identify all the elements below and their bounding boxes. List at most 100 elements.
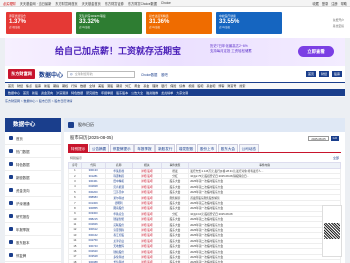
go-button[interactable]: GO	[330, 135, 339, 141]
sidebar-item[interactable]: 资金流向	[5, 184, 61, 197]
nav-item[interactable]: 外汇	[125, 84, 131, 88]
topbar-link[interactable]: 天天基金首页	[82, 1, 101, 6]
search-input[interactable]: ◎ 全球财经导航	[66, 70, 135, 78]
promo-banner[interactable]: 给自己加点薪！工资就存活期宝 历史7日年化最高达2~6% 支持每月定投 工资轻松…	[5, 38, 345, 66]
nav-item[interactable]: 银行	[161, 84, 167, 88]
promo-side-link[interactable]: 免费开户	[333, 18, 344, 22]
sidebar-item-label: 股东股本	[16, 240, 30, 245]
header-right-button[interactable]: 财经	[318, 71, 329, 77]
topbar-highlight[interactable]: 必买理财	[3, 1, 16, 6]
topbar-right-link[interactable]: 收藏	[313, 1, 319, 6]
nav-item[interactable]: 期权	[62, 84, 68, 88]
nav-item[interactable]: 债券	[179, 84, 185, 88]
breadcrumb-item[interactable]: 股市日历	[39, 99, 51, 103]
nav-sub-item[interactable]: 研究报告	[86, 91, 98, 95]
nav-item[interactable]: 财经	[17, 84, 23, 88]
topbar-right-link[interactable]: 登录	[322, 1, 328, 6]
tab-item[interactable]: 股东大会	[217, 144, 239, 152]
nav-sub-item[interactable]: 公告大全	[131, 91, 143, 95]
nav-item[interactable]: 期货	[116, 84, 122, 88]
tab-item[interactable]: 公告摘要	[88, 144, 110, 152]
topbar-link[interactable]: 天天基金网 · 当日最新	[20, 1, 52, 6]
header-right-links: 首页 财经 股票	[305, 71, 342, 77]
promo-tile[interactable]: 天弘沪深300ETF联接 33.32% 近1年涨幅	[76, 11, 142, 34]
tab-item[interactable]: 停复牌提示	[109, 144, 134, 152]
nav-item[interactable]: 理财	[152, 84, 158, 88]
sidebar-item[interactable]: 热门数据	[5, 145, 61, 158]
sidebar-item-label: 首页	[16, 136, 23, 141]
promo-side-link[interactable]: 基金定投	[333, 24, 344, 28]
nav-item[interactable]: 股票	[35, 84, 41, 88]
nav-sub-item[interactable]: 年报季报	[101, 91, 113, 95]
tab-item[interactable]: 新股发行	[155, 144, 176, 152]
sidebar-item[interactable]: 首页	[5, 132, 61, 145]
nav-item[interactable]: 基金吧	[206, 84, 215, 88]
nav-item[interactable]: 焦点	[26, 84, 32, 88]
sidebar-item[interactable]: 研究报告	[5, 210, 61, 223]
tab-item[interactable]: 年报季报	[134, 144, 155, 152]
nav-sub-item[interactable]: 龙虎榜单	[161, 91, 173, 95]
breadcrumb-prefix[interactable]: 东方财富网	[5, 99, 20, 103]
tab-item[interactable]: 增发配股	[175, 144, 197, 152]
sidebar-item[interactable]: 沪深港通	[5, 197, 61, 210]
promo-tile[interactable]: 中欧医疗健康 33.55% 近1年涨幅	[216, 11, 282, 34]
banner-cta-button[interactable]: 立即查看	[298, 46, 334, 57]
nav-sub-item[interactable]: 大宗交易	[176, 91, 188, 95]
nav-item[interactable]: 全球	[89, 84, 95, 88]
promo-tile[interactable]: 添富优选混合 1.37% 近1周涨幅	[6, 11, 72, 34]
topbar-right-link[interactable]: 注册	[331, 1, 337, 6]
nav-item[interactable]: 港股	[107, 84, 113, 88]
topbar-right-link[interactable]: 帮助	[341, 1, 347, 6]
nav-item[interactable]: 黄金	[134, 84, 140, 88]
row-related[interactable]: 详细 股吧	[131, 259, 162, 263]
breadcrumb-item[interactable]: 数据中心	[23, 99, 35, 103]
site-logo[interactable]: 东方财富网	[8, 69, 35, 79]
tab-item[interactable]: 股份上市	[196, 144, 218, 152]
topbar-link[interactable]: Choice	[161, 1, 171, 6]
row-name[interactable]: 长信科技	[104, 259, 133, 263]
nav-item[interactable]: 博客	[218, 84, 224, 88]
promo-tile-name: 易方达蓝筹精选	[149, 13, 169, 18]
date-input[interactable]: 2025-08-05	[308, 135, 329, 141]
nav-item[interactable]: 数据	[80, 84, 86, 88]
nav-item[interactable]: 基金	[143, 84, 149, 88]
tab-item[interactable]: 公司动态	[238, 144, 259, 152]
sidebar-item[interactable]: 新股数据	[5, 171, 61, 184]
nav-item[interactable]: 期指	[53, 84, 59, 88]
nav-sub-item[interactable]: 融资融券	[146, 91, 158, 95]
nav-item[interactable]: 搜索	[239, 84, 245, 88]
sidebar-item[interactable]: 股东股本	[5, 236, 61, 249]
nav-sub-item[interactable]: 新股	[32, 91, 38, 95]
row-code[interactable]: 300088	[80, 259, 106, 263]
nav-sub-item[interactable]: 首页	[23, 91, 29, 95]
nav-sub-item[interactable]: 资金流向	[41, 91, 53, 95]
nav-item[interactable]: 财富号	[227, 84, 236, 88]
header-right-button[interactable]: 股票	[331, 71, 342, 77]
nav-sub-item[interactable]: 股东股本	[116, 91, 128, 95]
nav-item[interactable]: 新股	[44, 84, 50, 88]
nav-item[interactable]: 股吧	[197, 84, 203, 88]
nav-item[interactable]: 首页	[8, 84, 14, 88]
sidebar-item[interactable]: 特色数据	[5, 158, 61, 171]
promo-tile[interactable]: 易方达蓝筹精选 31.36% 近1年涨幅	[146, 11, 212, 34]
nav-sub-item[interactable]: 特色数据	[71, 91, 83, 95]
nav-item[interactable]: 视频	[188, 84, 194, 88]
sidebar-item[interactable]: 停复牌	[5, 249, 61, 262]
breadcrumb-item[interactable]: 股市日历详情	[54, 99, 72, 103]
nav-item[interactable]: 保险	[170, 84, 176, 88]
topbar-link[interactable]: 东方财富网首页	[55, 1, 77, 6]
header-link[interactable]: 股吧	[161, 72, 167, 77]
tab-item[interactable]: 特别提示	[68, 144, 89, 152]
header-link[interactable]: Choice数据	[141, 72, 157, 77]
filter-all-link[interactable]: 全部	[333, 156, 339, 160]
qr-ad[interactable]	[322, 205, 342, 257]
nav-item[interactable]: 美股	[98, 84, 104, 88]
sidebar-item[interactable]: 年报季报	[5, 223, 61, 236]
topbar-link[interactable]: 东方财富Choice数据	[128, 1, 157, 6]
header-right-button[interactable]: 首页	[305, 71, 316, 77]
nav-sub-item[interactable]: 沪深港通	[56, 91, 68, 95]
sidebar-item-label: 停复牌	[16, 253, 27, 258]
nav-sub-item[interactable]: 数据中心	[8, 91, 20, 95]
topbar-link[interactable]: 东方财富证券	[105, 1, 124, 6]
nav-item[interactable]: 行情	[71, 84, 77, 88]
